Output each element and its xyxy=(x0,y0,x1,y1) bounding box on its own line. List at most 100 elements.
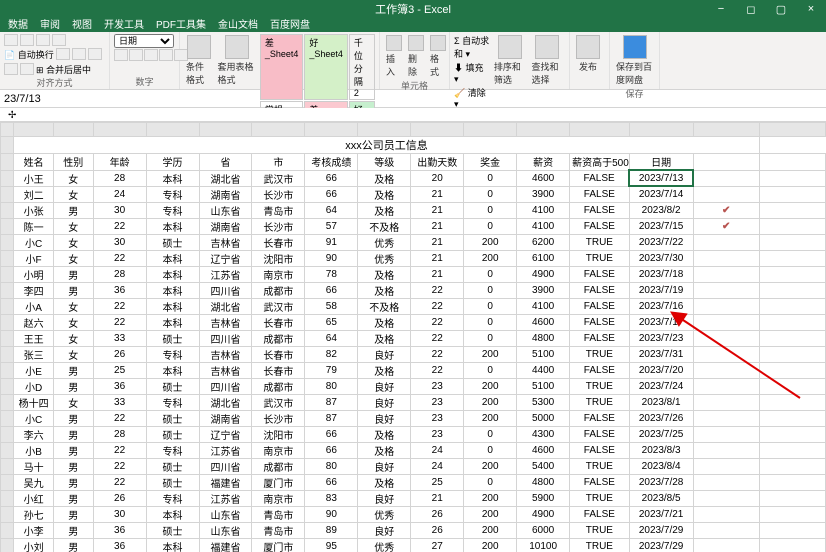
cell[interactable]: 200 xyxy=(464,378,517,394)
indent-dec-button[interactable] xyxy=(4,63,18,75)
row-header[interactable] xyxy=(1,186,14,202)
cell[interactable]: 李四 xyxy=(14,282,54,298)
cell[interactable]: 女 xyxy=(53,394,93,410)
cell[interactable]: 90 xyxy=(305,250,358,266)
check-cell[interactable] xyxy=(693,362,759,378)
cell[interactable]: 本科 xyxy=(146,282,199,298)
cell[interactable]: 吉林省 xyxy=(199,346,252,362)
cell[interactable]: 0 xyxy=(464,442,517,458)
cell[interactable]: FALSE xyxy=(570,170,630,186)
cell[interactable]: 沈阳市 xyxy=(252,426,305,442)
cell[interactable]: 福建省 xyxy=(199,538,252,552)
col-header[interactable] xyxy=(693,123,759,137)
cell[interactable]: 女 xyxy=(53,298,93,314)
cell[interactable]: 0 xyxy=(464,170,517,186)
cell[interactable]: 男 xyxy=(53,442,93,458)
cell[interactable]: 湖南省 xyxy=(199,410,252,426)
cell[interactable]: 2023/7/25 xyxy=(629,426,693,442)
cell[interactable]: 87 xyxy=(305,410,358,426)
cell[interactable]: 吉林省 xyxy=(199,234,252,250)
cell[interactable]: 2023/7/30 xyxy=(629,250,693,266)
cell[interactable]: 成都市 xyxy=(252,378,305,394)
cell[interactable]: 及格 xyxy=(358,282,411,298)
wrap-text-button[interactable]: 📄 自动换行 xyxy=(4,48,54,61)
cell[interactable]: 4900 xyxy=(517,266,570,282)
cell[interactable]: 28 xyxy=(93,426,146,442)
cell[interactable]: 90 xyxy=(305,506,358,522)
cell[interactable]: 男 xyxy=(53,266,93,282)
cell[interactable]: 杨十四 xyxy=(14,394,54,410)
autosum-button[interactable]: Σ 自动求和 ▾ xyxy=(454,34,490,60)
cell[interactable]: 200 xyxy=(464,234,517,250)
cell[interactable]: 辽宁省 xyxy=(199,426,252,442)
cell[interactable]: 36 xyxy=(93,282,146,298)
row-header[interactable] xyxy=(1,266,14,282)
check-cell[interactable] xyxy=(693,250,759,266)
cell[interactable]: 26 xyxy=(93,346,146,362)
cell[interactable]: 64 xyxy=(305,202,358,218)
col-header[interactable] xyxy=(411,123,464,137)
cell[interactable]: 及格 xyxy=(358,426,411,442)
cell[interactable]: 2023/7/16 xyxy=(629,298,693,314)
cell[interactable]: 四川省 xyxy=(199,282,252,298)
cell[interactable]: 四川省 xyxy=(199,458,252,474)
cell[interactable]: 5300 xyxy=(517,394,570,410)
row-header[interactable] xyxy=(1,458,14,474)
align-bot-button[interactable] xyxy=(36,34,50,46)
cell[interactable]: TRUE xyxy=(570,458,630,474)
align-left-button[interactable] xyxy=(56,48,70,60)
style-good-sheet[interactable]: 好_Sheet4 xyxy=(304,34,348,100)
cell[interactable]: 小李 xyxy=(14,522,54,538)
cell[interactable]: 及格 xyxy=(358,314,411,330)
cell[interactable]: 26 xyxy=(93,490,146,506)
cell[interactable]: 22 xyxy=(411,298,464,314)
check-cell[interactable] xyxy=(693,346,759,362)
cell[interactable]: 本科 xyxy=(146,218,199,234)
cell[interactable]: 男 xyxy=(53,490,93,506)
cell[interactable]: 小D xyxy=(14,378,54,394)
cell[interactable]: 湖北省 xyxy=(199,394,252,410)
cell[interactable]: 66 xyxy=(305,442,358,458)
cell[interactable]: 2023/7/15 xyxy=(629,218,693,234)
cell[interactable]: 长春市 xyxy=(252,234,305,250)
cell[interactable]: 成都市 xyxy=(252,458,305,474)
cell[interactable]: 专科 xyxy=(146,346,199,362)
cell[interactable]: 0 xyxy=(464,266,517,282)
cell[interactable]: 湖南省 xyxy=(199,186,252,202)
cell[interactable]: 2023/7/21 xyxy=(629,506,693,522)
cell[interactable]: FALSE xyxy=(570,314,630,330)
cell[interactable]: 吴九 xyxy=(14,474,54,490)
cell[interactable]: 200 xyxy=(464,458,517,474)
cell[interactable]: 男 xyxy=(53,458,93,474)
cell[interactable]: 及格 xyxy=(358,170,411,186)
cell[interactable]: TRUE xyxy=(570,490,630,506)
cell[interactable]: 2023/7/17 xyxy=(629,314,693,330)
cell[interactable]: 沈阳市 xyxy=(252,250,305,266)
cell[interactable]: 21 xyxy=(411,250,464,266)
cell[interactable]: 0 xyxy=(464,202,517,218)
cell[interactable]: 2023/7/24 xyxy=(629,378,693,394)
cell[interactable]: 张三 xyxy=(14,346,54,362)
format-button[interactable]: 格式 xyxy=(428,34,448,79)
cell[interactable]: 22 xyxy=(93,314,146,330)
field-header[interactable]: 考核成绩 xyxy=(305,154,358,171)
cell[interactable]: 24 xyxy=(93,186,146,202)
cell[interactable]: 23 xyxy=(411,378,464,394)
col-header[interactable] xyxy=(146,123,199,137)
cell[interactable]: 女 xyxy=(53,250,93,266)
cell[interactable]: 长春市 xyxy=(252,362,305,378)
cell[interactable]: 0 xyxy=(464,474,517,490)
row-header[interactable] xyxy=(1,474,14,490)
cell[interactable]: 2023/7/29 xyxy=(629,522,693,538)
cell[interactable]: 2023/7/18 xyxy=(629,266,693,282)
cell[interactable]: 10100 xyxy=(517,538,570,552)
delete-button[interactable]: 删除 xyxy=(406,34,426,79)
cell[interactable]: 湖南省 xyxy=(199,218,252,234)
cell[interactable]: 200 xyxy=(464,410,517,426)
cell[interactable]: 87 xyxy=(305,394,358,410)
check-cell[interactable] xyxy=(693,170,759,186)
row-header[interactable] xyxy=(1,330,14,346)
check-cell[interactable] xyxy=(693,522,759,538)
cell[interactable]: 24 xyxy=(411,442,464,458)
cell[interactable]: 27 xyxy=(411,538,464,552)
